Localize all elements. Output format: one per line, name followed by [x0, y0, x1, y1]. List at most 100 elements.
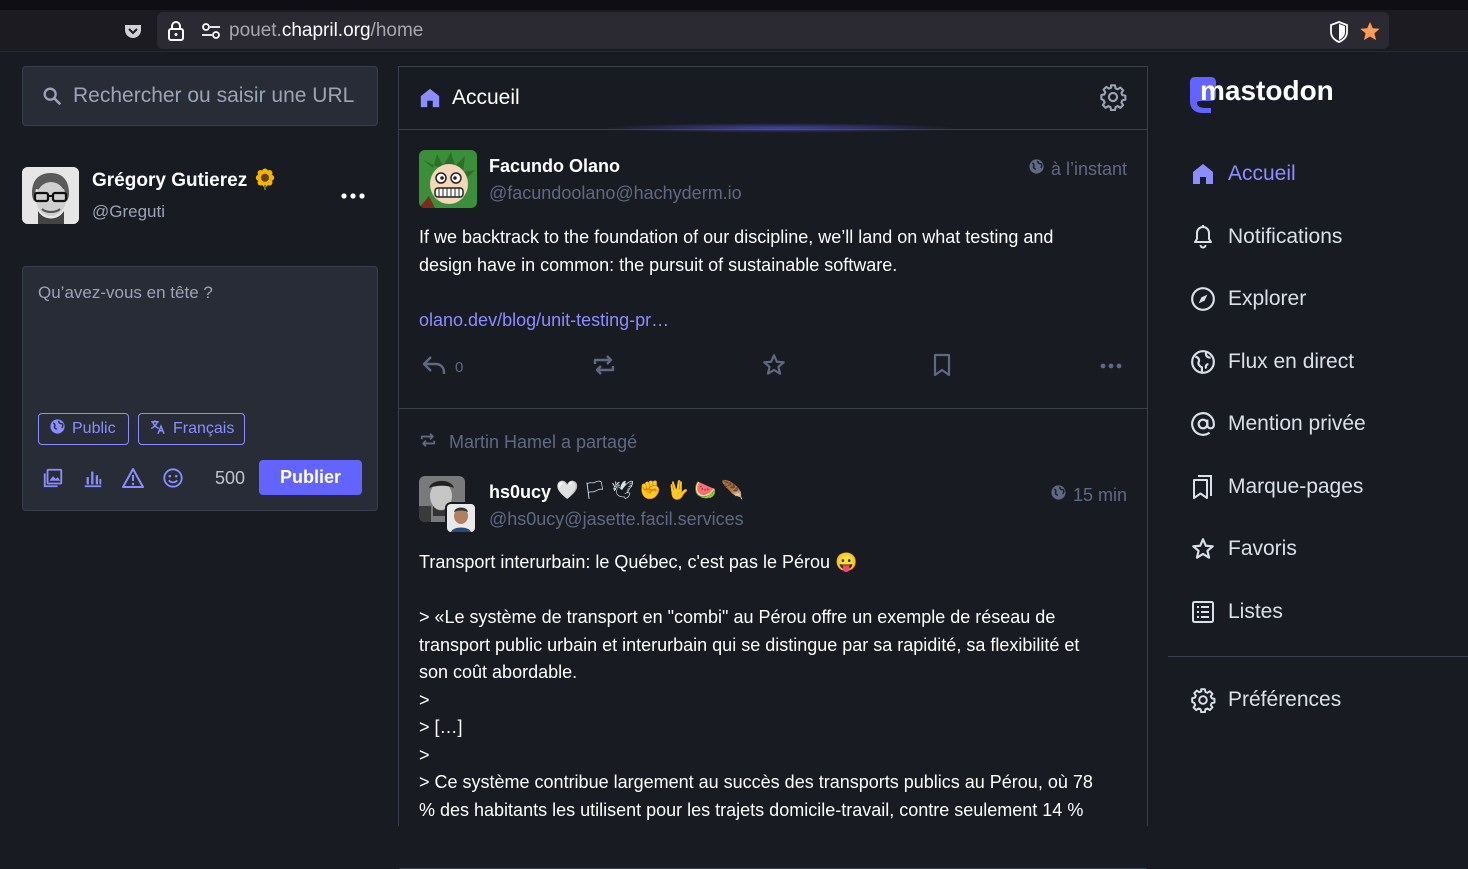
nav-label: Favoris [1228, 537, 1297, 560]
post-timestamp[interactable]: à l’instant [1028, 158, 1127, 180]
favourite-button[interactable] [761, 354, 787, 380]
account-handle[interactable]: @Greguti [92, 202, 165, 222]
bookmarks-icon [1190, 474, 1216, 500]
search-box[interactable] [22, 66, 378, 126]
post-text-line: If we backtrack to the foundation of our… [419, 227, 1054, 247]
post-timestamp[interactable]: 15 min [1050, 484, 1127, 506]
nav-item-lists[interactable]: Listes [1190, 596, 1283, 628]
at-icon [1190, 411, 1216, 437]
home-icon [419, 87, 441, 114]
avatar[interactable] [419, 150, 477, 208]
nav-label: Flux en direct [1228, 350, 1355, 373]
tracking-protection-icon[interactable] [1329, 21, 1349, 48]
translate-icon [149, 418, 167, 441]
globe-icon [49, 418, 66, 440]
list-icon [1190, 599, 1216, 625]
more-options-button[interactable] [1099, 354, 1123, 380]
reblogger-avatar[interactable] [445, 502, 477, 534]
account-display-name[interactable]: Grégory Gutierez [92, 170, 247, 192]
post-text-line: % des habitants les utilisent pour les t… [419, 799, 1084, 820]
mastodon-logo[interactable]: mastodon [1186, 76, 1336, 116]
reblogged-by-label: Martin Hamel a partagé [449, 432, 638, 452]
post-link[interactable]: olano.dev/blog/unit-testing-pr… [419, 307, 1131, 335]
post-text-line: > [419, 744, 430, 765]
pocket-icon[interactable] [122, 20, 144, 42]
bookmark-button[interactable] [931, 352, 953, 382]
post-text-line: son coût abordable. [419, 662, 578, 682]
poll-icon[interactable] [80, 465, 106, 491]
address-bar[interactable]: pouet.chapril.org/home [157, 12, 1389, 49]
author-display-name[interactable]: Facundo Olano [489, 156, 620, 177]
tab-strip [0, 0, 1468, 10]
nav-item-preferences[interactable]: Préférences [1190, 684, 1341, 716]
compose-textarea[interactable] [38, 283, 358, 403]
nav-item-favourites[interactable]: Favoris [1190, 533, 1297, 565]
post-text-line: Transport interurbain: le Québec, c'est … [419, 549, 1131, 577]
boost-icon [591, 353, 617, 381]
star-icon [761, 352, 787, 382]
boost-icon [419, 431, 437, 454]
reply-button[interactable]: 0 [421, 354, 463, 380]
column-title: Accueil [452, 86, 520, 109]
nav-label: Mention privée [1228, 412, 1366, 435]
compass-icon [1190, 286, 1216, 312]
reblog-indicator[interactable]: Martin Hamel a partagé [419, 431, 637, 454]
language-button[interactable]: Français [138, 413, 245, 445]
reply-icon [421, 354, 447, 380]
compose-form: Public Français 500 Publier [22, 266, 378, 511]
content-warning-icon[interactable] [120, 465, 146, 491]
browser-toolbar: pouet.chapril.org/home [0, 0, 1468, 52]
url-host: chapril.org [281, 20, 371, 41]
search-input[interactable] [73, 81, 363, 111]
post-content: Transport interurbain: le Québec, c'est … [419, 549, 1131, 824]
time-label: 15 min [1072, 484, 1127, 505]
post-text-line: transport public urbain et interurbain q… [419, 634, 1080, 655]
globe-icon [1050, 484, 1067, 506]
search-icon [41, 85, 63, 112]
sunflower-emoji [254, 168, 276, 195]
reply-count: 0 [455, 358, 464, 376]
post-text: Transport interurbain: le Québec, c'est … [419, 552, 830, 572]
url-path: /home [370, 20, 424, 41]
publish-button[interactable]: Publier [259, 460, 362, 495]
time-label: à l’instant [1050, 158, 1127, 179]
nav-item-home[interactable]: Accueil [1190, 158, 1296, 190]
nav-item-private-mentions[interactable]: Mention privée [1190, 408, 1366, 440]
nav-divider [1168, 656, 1468, 657]
visibility-button[interactable]: Public [38, 413, 129, 445]
image-upload-icon[interactable] [40, 465, 66, 491]
nav-item-notifications[interactable]: Notifications [1190, 221, 1342, 253]
nav-item-bookmarks[interactable]: Marque-pages [1190, 471, 1363, 503]
nav-label: Accueil [1228, 162, 1296, 185]
author-handle[interactable]: @facundoolano@hachyderm.io [489, 183, 742, 204]
nav-label: Préférences [1228, 688, 1342, 711]
globe-icon [1028, 158, 1045, 180]
more-icon [1099, 355, 1123, 379]
nav-item-live-feed[interactable]: Flux en direct [1190, 346, 1354, 378]
lock-icon[interactable] [167, 21, 185, 46]
more-options-icon[interactable] [340, 184, 366, 204]
avatar[interactable] [22, 167, 79, 224]
bookmark-icon [931, 352, 953, 382]
author-handle[interactable]: @hs0ucy@jasette.facil.services [489, 509, 744, 530]
language-label: Français [173, 420, 235, 437]
character-counter: 500 [215, 468, 246, 488]
star-icon [1190, 536, 1216, 562]
url-text[interactable]: pouet.chapril.org/home [229, 20, 423, 42]
settings-icon[interactable] [1099, 83, 1127, 116]
emoji-picker-icon[interactable] [160, 465, 186, 491]
nav-label: Listes [1228, 600, 1283, 623]
author-display-name[interactable]: hs0ucy [489, 482, 551, 503]
post-text-line: > [419, 689, 430, 710]
status-post[interactable]: Martin Hamel a partagé hs0ucy 🤍 🏳 🕊 ✊ 🖖 … [399, 409, 1147, 869]
tongue-emoji: 😛 [835, 552, 858, 572]
column-header: Accueil [399, 66, 1147, 133]
globe-icon [1190, 349, 1216, 375]
logo-text: mastodon [1200, 76, 1334, 106]
bookmark-star-icon[interactable] [1359, 20, 1381, 47]
boost-button[interactable] [591, 354, 617, 380]
nav-item-explore[interactable]: Explorer [1190, 283, 1306, 315]
permissions-icon[interactable] [201, 22, 221, 45]
bell-icon [1190, 224, 1216, 250]
visibility-label: Public [72, 420, 116, 437]
